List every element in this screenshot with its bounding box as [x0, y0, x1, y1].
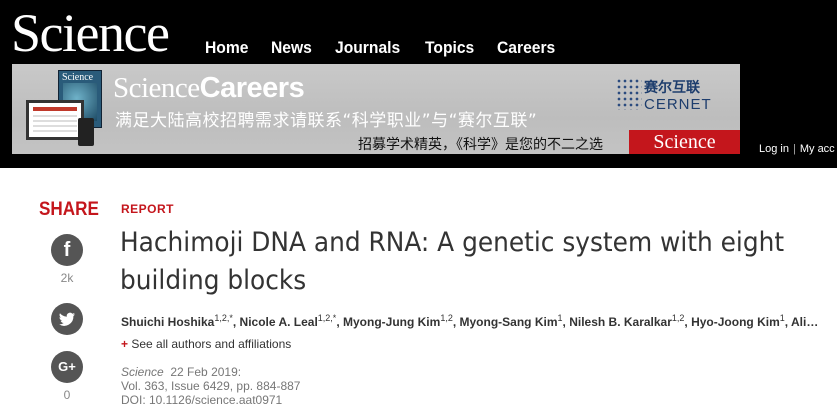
- see-all-authors-link[interactable]: + See all authors and affiliations: [121, 337, 291, 351]
- googleplus-share-button[interactable]: G+: [51, 351, 83, 383]
- facebook-icon: f: [63, 239, 71, 261]
- account-links: Log in | My acc: [759, 143, 835, 155]
- googleplus-share-count: 0: [63, 388, 71, 402]
- author-link[interactable]: Myong-Sang Kim1: [460, 313, 563, 329]
- plus-icon: +: [121, 337, 129, 351]
- twitter-icon: [59, 312, 75, 326]
- banner-title: ScienceCareers: [113, 72, 305, 104]
- nav-topics[interactable]: Topics: [425, 38, 474, 58]
- article-type-label: REPORT: [121, 202, 175, 216]
- share-label: SHARE: [39, 199, 99, 220]
- cernet-globe-icon: [616, 78, 642, 110]
- science-badge: Science: [629, 130, 740, 154]
- author-link[interactable]: Nicole A. Leal1,2,*: [240, 313, 337, 329]
- nav-news[interactable]: News: [271, 38, 312, 58]
- banner-tagline: 招募学术精英，《科学》是您的不二之选: [358, 137, 603, 153]
- cernet-logo: 赛尔互联 CERNET: [616, 78, 732, 118]
- science-logo[interactable]: Science: [11, 2, 170, 64]
- author-link[interactable]: Ali…: [791, 315, 818, 329]
- author-link[interactable]: Shuichi Hoshika1,2,*: [121, 313, 233, 329]
- devices-illustration: Science: [18, 70, 108, 150]
- publish-date: 22 Feb 2019:: [170, 365, 242, 379]
- journal-name: Science: [121, 365, 164, 379]
- doi[interactable]: DOI: 10.1126/science.aat0971: [121, 393, 300, 407]
- volume-issue: Vol. 363, Issue 6429, pp. 884-887: [121, 379, 301, 393]
- banner-subtitle: 满足大陆高校招聘需求请联系“科学职业”与“赛尔互联”: [115, 111, 538, 131]
- phone-image: [78, 118, 94, 146]
- facebook-share-count: 2k: [60, 271, 74, 285]
- author-list: Shuichi Hoshika1,2,*, Nicole A. Leal1,2,…: [121, 313, 819, 329]
- laptop-image: [26, 100, 84, 140]
- google-plus-icon: G+: [58, 359, 76, 374]
- science-careers-banner-ad[interactable]: Science ScienceCareers 满足大陆高校招聘需求请联系“科学职…: [12, 64, 740, 154]
- citation-info: Science 22 Feb 2019: Vol. 363, Issue 642…: [121, 365, 300, 407]
- facebook-share-button[interactable]: f: [51, 234, 83, 266]
- author-link[interactable]: Nilesh B. Karalkar1,2: [569, 313, 684, 329]
- site-header: Science Home News Journals Topics Career…: [0, 0, 837, 168]
- nav-journals[interactable]: Journals: [335, 38, 400, 58]
- article-title: Hachimoji DNA and RNA: A genetic system …: [120, 227, 785, 296]
- author-link[interactable]: Hyo-Joong Kim1: [691, 313, 785, 329]
- nav-careers[interactable]: Careers: [497, 38, 555, 58]
- my-account-link[interactable]: My acc: [800, 143, 835, 155]
- main-nav: Home News Journals Topics Careers: [205, 38, 579, 58]
- author-link[interactable]: Myong-Jung Kim1,2: [343, 313, 453, 329]
- login-link[interactable]: Log in: [759, 143, 789, 155]
- twitter-share-button[interactable]: [51, 303, 83, 335]
- nav-home[interactable]: Home: [205, 38, 248, 58]
